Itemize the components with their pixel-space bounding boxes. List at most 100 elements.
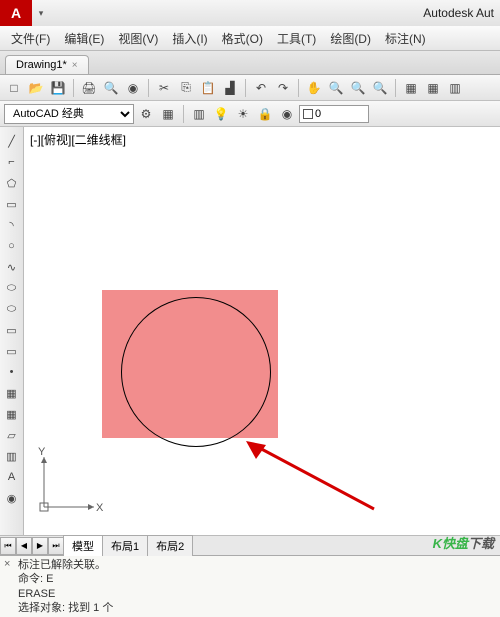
layer-dropdown[interactable]: 0 [299, 105, 369, 123]
app-logo[interactable]: A [0, 0, 32, 26]
separator [73, 79, 74, 97]
tool-palettes-button[interactable]: ▥ [445, 78, 465, 98]
layout1-tab[interactable]: 布局1 [102, 535, 148, 556]
layer-bulb-icon[interactable]: 💡 [211, 104, 231, 124]
separator [245, 79, 246, 97]
workspace-grid-button[interactable]: ▦ [158, 104, 178, 124]
ellipse-arc-tool[interactable]: ⬭ [2, 299, 22, 319]
layer-freeze-icon[interactable]: ☀ [233, 104, 253, 124]
cut-button[interactable]: ✂ [154, 78, 174, 98]
command-line: 命令: E [18, 572, 496, 586]
layer-plot-icon[interactable]: ◉ [277, 104, 297, 124]
separator [298, 79, 299, 97]
menu-view[interactable]: 视图(V) [111, 27, 165, 50]
menu-annotate[interactable]: 标注(N) [378, 27, 433, 50]
ellipse-tool[interactable]: ⬭ [2, 278, 22, 298]
workspace-settings-button[interactable]: ⚙ [136, 104, 156, 124]
region-tool[interactable]: ▱ [2, 425, 22, 445]
drawn-circle[interactable] [121, 297, 271, 447]
properties-button[interactable]: ▦ [401, 78, 421, 98]
zoom-button[interactable]: 🔍 [326, 78, 346, 98]
design-center-button[interactable]: ▦ [423, 78, 443, 98]
command-line: 选择对象: 找到 1 个 [18, 601, 496, 615]
gradient-tool[interactable]: ▦ [2, 404, 22, 424]
save-button[interactable]: 💾 [48, 78, 68, 98]
quick-access-toolbar: ▾ [32, 8, 50, 18]
qat-dropdown-icon[interactable]: ▾ [36, 8, 46, 18]
print-button[interactable]: 🖨 [79, 78, 99, 98]
command-line: ERASE [18, 587, 496, 601]
layer-name: 0 [315, 108, 321, 120]
menu-insert[interactable]: 插入(I) [165, 27, 214, 50]
publish-button[interactable]: ◉ [123, 78, 143, 98]
new-button[interactable]: □ [4, 78, 24, 98]
menu-format[interactable]: 格式(O) [215, 27, 270, 50]
rectangle-tool[interactable]: ▭ [2, 194, 22, 214]
document-tab[interactable]: Drawing1* × [5, 55, 89, 74]
point-tool[interactable]: • [2, 362, 22, 382]
viewport-label[interactable]: [-][俯视][二维线框] [30, 131, 126, 148]
spline-tool[interactable]: ∿ [2, 257, 22, 277]
undo-button[interactable]: ↶ [251, 78, 271, 98]
circle-tool[interactable]: ○ [2, 236, 22, 256]
separator [148, 79, 149, 97]
redo-button[interactable]: ↷ [273, 78, 293, 98]
annotation-arrow [244, 439, 384, 519]
svg-text:Y: Y [38, 447, 46, 458]
hatch-tool[interactable]: ▦ [2, 383, 22, 403]
main-area: ╱ ⌐ ⬠ ▭ ◝ ○ ∿ ⬭ ⬭ ▭ ▭ • ▦ ▦ ▱ ▥ A ◉ [-][… [0, 127, 500, 535]
menu-tools[interactable]: 工具(T) [270, 27, 323, 50]
arc-tool[interactable]: ◝ [2, 215, 22, 235]
pan-button[interactable]: ✋ [304, 78, 324, 98]
tab-close-icon[interactable]: × [72, 60, 78, 71]
tab-last-button[interactable]: ⏭ [48, 537, 64, 555]
paste-button[interactable]: 📋 [198, 78, 218, 98]
layer-color-swatch [303, 109, 313, 119]
zoom-window-button[interactable]: 🔍 [348, 78, 368, 98]
standard-toolbar: □ 📂 💾 🖨 🔍 ◉ ✂ ⎘ 📋 ▟ ↶ ↷ ✋ 🔍 🔍 🔍 ▦ ▦ ▥ [0, 75, 500, 101]
document-tab-bar: Drawing1* × [0, 51, 500, 75]
model-tab[interactable]: 模型 [63, 535, 103, 556]
document-tab-label: Drawing1* [16, 59, 67, 71]
layout2-tab[interactable]: 布局2 [147, 535, 193, 556]
draw-toolbar: ╱ ⌐ ⬠ ▭ ◝ ○ ∿ ⬭ ⬭ ▭ ▭ • ▦ ▦ ▱ ▥ A ◉ [0, 127, 24, 535]
separator [395, 79, 396, 97]
make-block-tool[interactable]: ▭ [2, 341, 22, 361]
polyline-tool[interactable]: ⌐ [2, 152, 22, 172]
menu-draw[interactable]: 绘图(D) [323, 27, 378, 50]
layer-lock-icon[interactable]: 🔒 [255, 104, 275, 124]
mtext-tool[interactable]: A [2, 467, 22, 487]
copy-button[interactable]: ⎘ [176, 78, 196, 98]
insert-block-tool[interactable]: ▭ [2, 320, 22, 340]
command-line: 标注已解除关联。 [18, 558, 496, 572]
layout-tab-bar: ⏮ ◀ ▶ ⏭ 模型 布局1 布局2 [0, 535, 500, 555]
print-preview-button[interactable]: 🔍 [101, 78, 121, 98]
layer-manager-button[interactable]: ▥ [189, 104, 209, 124]
add-selected-tool[interactable]: ◉ [2, 488, 22, 508]
separator [183, 105, 184, 123]
tab-scroll-buttons: ⏮ ◀ ▶ ⏭ [0, 537, 64, 555]
drawing-canvas[interactable]: [-][俯视][二维线框] X Y [24, 127, 500, 535]
ucs-icon: X Y [34, 447, 104, 517]
menu-file[interactable]: 文件(F) [4, 27, 57, 50]
zoom-prev-button[interactable]: 🔍 [370, 78, 390, 98]
command-text: 标注已解除关联。 命令: E ERASE 选择对象: 找到 1 个 [18, 558, 496, 615]
polygon-tool[interactable]: ⬠ [2, 173, 22, 193]
workspace-dropdown[interactable]: AutoCAD 经典 [4, 104, 134, 124]
menu-bar: 文件(F) 编辑(E) 视图(V) 插入(I) 格式(O) 工具(T) 绘图(D… [0, 26, 500, 51]
command-window[interactable]: × 标注已解除关联。 命令: E ERASE 选择对象: 找到 1 个 [0, 555, 500, 617]
title-bar: A ▾ Autodesk Aut [0, 0, 500, 26]
tab-next-button[interactable]: ▶ [32, 537, 48, 555]
match-button[interactable]: ▟ [220, 78, 240, 98]
line-tool[interactable]: ╱ [2, 131, 22, 151]
app-title: Autodesk Aut [50, 6, 500, 20]
tab-first-button[interactable]: ⏮ [0, 537, 16, 555]
svg-text:X: X [96, 502, 104, 514]
watermark: K快盘下载 [433, 533, 494, 552]
workspace-toolbar: AutoCAD 经典 ⚙ ▦ ▥ 💡 ☀ 🔒 ◉ 0 [0, 101, 500, 127]
table-tool[interactable]: ▥ [2, 446, 22, 466]
open-button[interactable]: 📂 [26, 78, 46, 98]
tab-prev-button[interactable]: ◀ [16, 537, 32, 555]
menu-edit[interactable]: 编辑(E) [57, 27, 111, 50]
command-close-icon[interactable]: × [4, 558, 18, 615]
